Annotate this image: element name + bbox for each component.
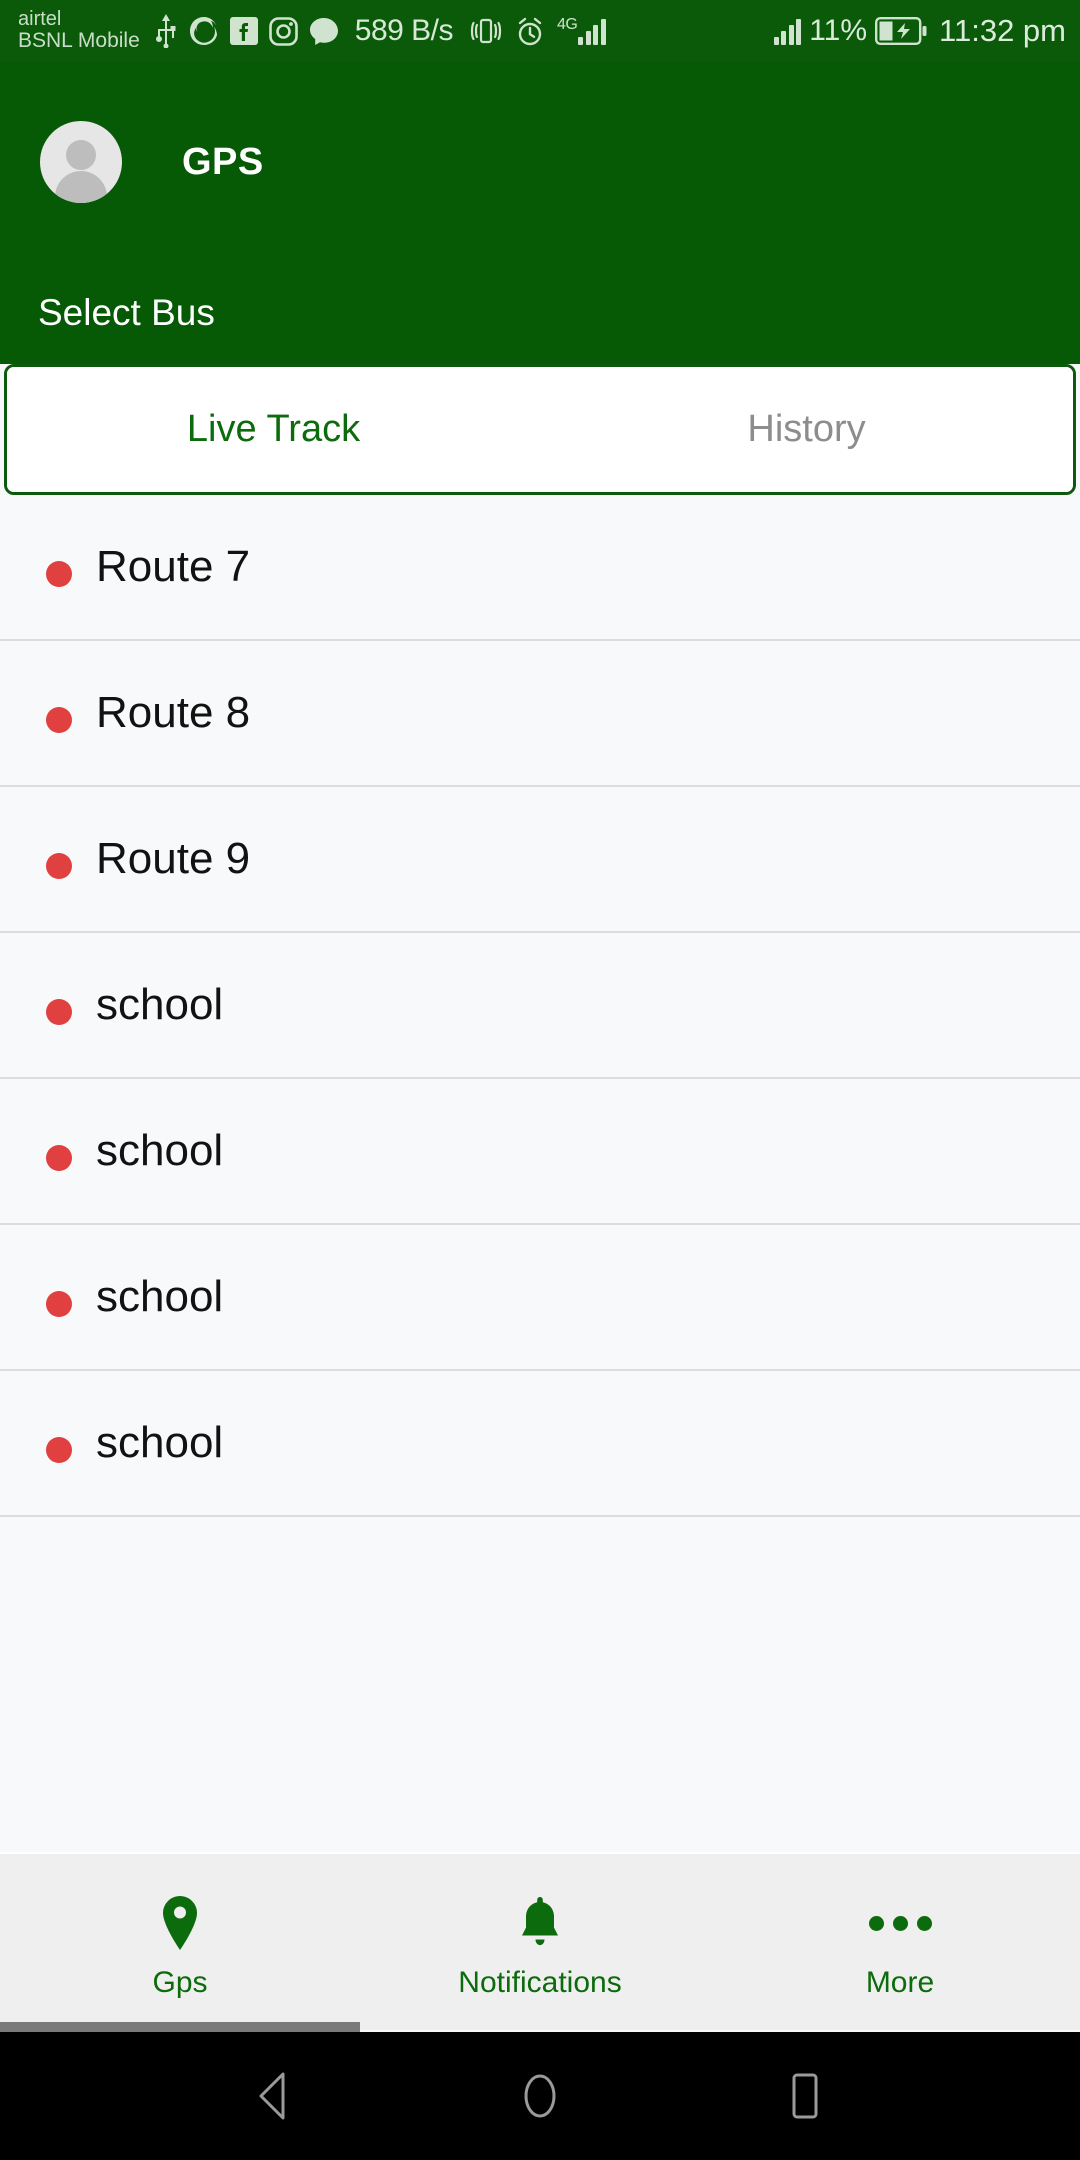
facebook-icon bbox=[229, 17, 258, 45]
nav-item-notifications-label: Notifications bbox=[458, 1966, 622, 1999]
bus-list[interactable]: Route 7 Route 8 Route 9 school school sc… bbox=[0, 495, 1080, 1852]
page-title: GPS bbox=[182, 140, 264, 183]
firefox-icon bbox=[189, 17, 217, 45]
nav-item-gps[interactable]: Gps bbox=[0, 1854, 360, 2030]
nav-item-more[interactable]: More bbox=[720, 1854, 1080, 2030]
status-dot-icon bbox=[46, 999, 72, 1025]
messenger-icon bbox=[309, 18, 338, 45]
list-item-label: school bbox=[96, 980, 224, 1029]
tab-live-track-label: Live Track bbox=[186, 408, 361, 450]
scroll-indicator[interactable] bbox=[0, 2022, 360, 2032]
list-item[interactable]: school bbox=[0, 1079, 1080, 1225]
network-type-label: 4G bbox=[557, 16, 578, 33]
status-bar: airtel BSNL Mobile 589 B/s 4G 11% 11:32 … bbox=[0, 0, 1080, 62]
list-item[interactable]: Route 7 bbox=[0, 495, 1080, 641]
list-item-label: Route 8 bbox=[96, 688, 251, 737]
status-dot-icon bbox=[46, 1291, 72, 1317]
user-avatar-icon[interactable] bbox=[40, 121, 122, 203]
list-item-label: Route 9 bbox=[96, 834, 251, 883]
nav-item-gps-label: Gps bbox=[152, 1966, 208, 1999]
status-dot-icon bbox=[46, 853, 72, 879]
instagram-icon bbox=[268, 16, 298, 46]
recents-icon[interactable] bbox=[770, 2061, 840, 2131]
carrier-label: airtel BSNL Mobile bbox=[18, 9, 140, 52]
clock-label: 11:32 pm bbox=[939, 13, 1066, 48]
list-item[interactable]: school bbox=[0, 933, 1080, 1079]
phone-screen: airtel BSNL Mobile 589 B/s 4G 11% 11:32 … bbox=[0, 0, 1080, 2160]
list-item[interactable]: Route 9 bbox=[0, 787, 1080, 933]
tab-history-label: History bbox=[747, 408, 866, 450]
tab-live-track[interactable]: Live Track bbox=[7, 367, 540, 492]
usb-icon bbox=[155, 14, 176, 48]
list-item[interactable]: school bbox=[0, 1371, 1080, 1517]
status-dot-icon bbox=[46, 1437, 72, 1463]
map-pin-icon bbox=[158, 1892, 202, 1954]
avatar-head bbox=[66, 140, 96, 170]
bell-icon bbox=[516, 1892, 564, 1954]
carrier-line-2: BSNL Mobile bbox=[18, 29, 140, 53]
app-bar: GPS bbox=[0, 62, 1080, 262]
network-speed-label: 589 B/s bbox=[354, 14, 454, 47]
signal-icon bbox=[773, 17, 802, 45]
status-dot-icon bbox=[46, 707, 72, 733]
list-item[interactable]: school bbox=[0, 1225, 1080, 1371]
battery-percent-label: 11% bbox=[809, 14, 868, 47]
status-bar-icons: 589 B/s 4G bbox=[154, 14, 774, 48]
signal-icon bbox=[578, 17, 606, 45]
tab-bar: Live Track History bbox=[4, 364, 1076, 495]
android-navigation-bar bbox=[0, 2032, 1080, 2160]
alarm-icon bbox=[518, 17, 542, 45]
list-item[interactable]: Route 8 bbox=[0, 641, 1080, 787]
battery-charging-icon bbox=[875, 17, 927, 45]
list-item-label: Route 7 bbox=[96, 542, 251, 591]
bottom-navigation: Gps Notifications More bbox=[0, 1852, 1080, 2030]
more-horizontal-icon bbox=[868, 1892, 932, 1954]
home-icon[interactable] bbox=[505, 2061, 575, 2131]
tab-history[interactable]: History bbox=[540, 367, 1073, 492]
nav-item-more-label: More bbox=[865, 1966, 935, 1999]
avatar-body bbox=[55, 171, 107, 203]
nav-item-notifications[interactable]: Notifications bbox=[360, 1854, 720, 2030]
list-item-label: school bbox=[96, 1272, 224, 1321]
list-item-label: school bbox=[96, 1126, 224, 1175]
select-bus-section: Select Bus bbox=[0, 262, 1080, 364]
status-dot-icon bbox=[46, 561, 72, 587]
network-type-signal: 4G bbox=[557, 17, 606, 45]
carrier-line-1: airtel bbox=[18, 8, 62, 31]
back-icon[interactable] bbox=[240, 2061, 310, 2131]
list-item-label: school bbox=[96, 1418, 224, 1467]
status-dot-icon bbox=[46, 1145, 72, 1171]
status-bar-right: 11% 11:32 pm bbox=[773, 13, 1066, 49]
select-bus-label: Select Bus bbox=[38, 292, 215, 333]
vibrate-icon bbox=[470, 18, 502, 44]
